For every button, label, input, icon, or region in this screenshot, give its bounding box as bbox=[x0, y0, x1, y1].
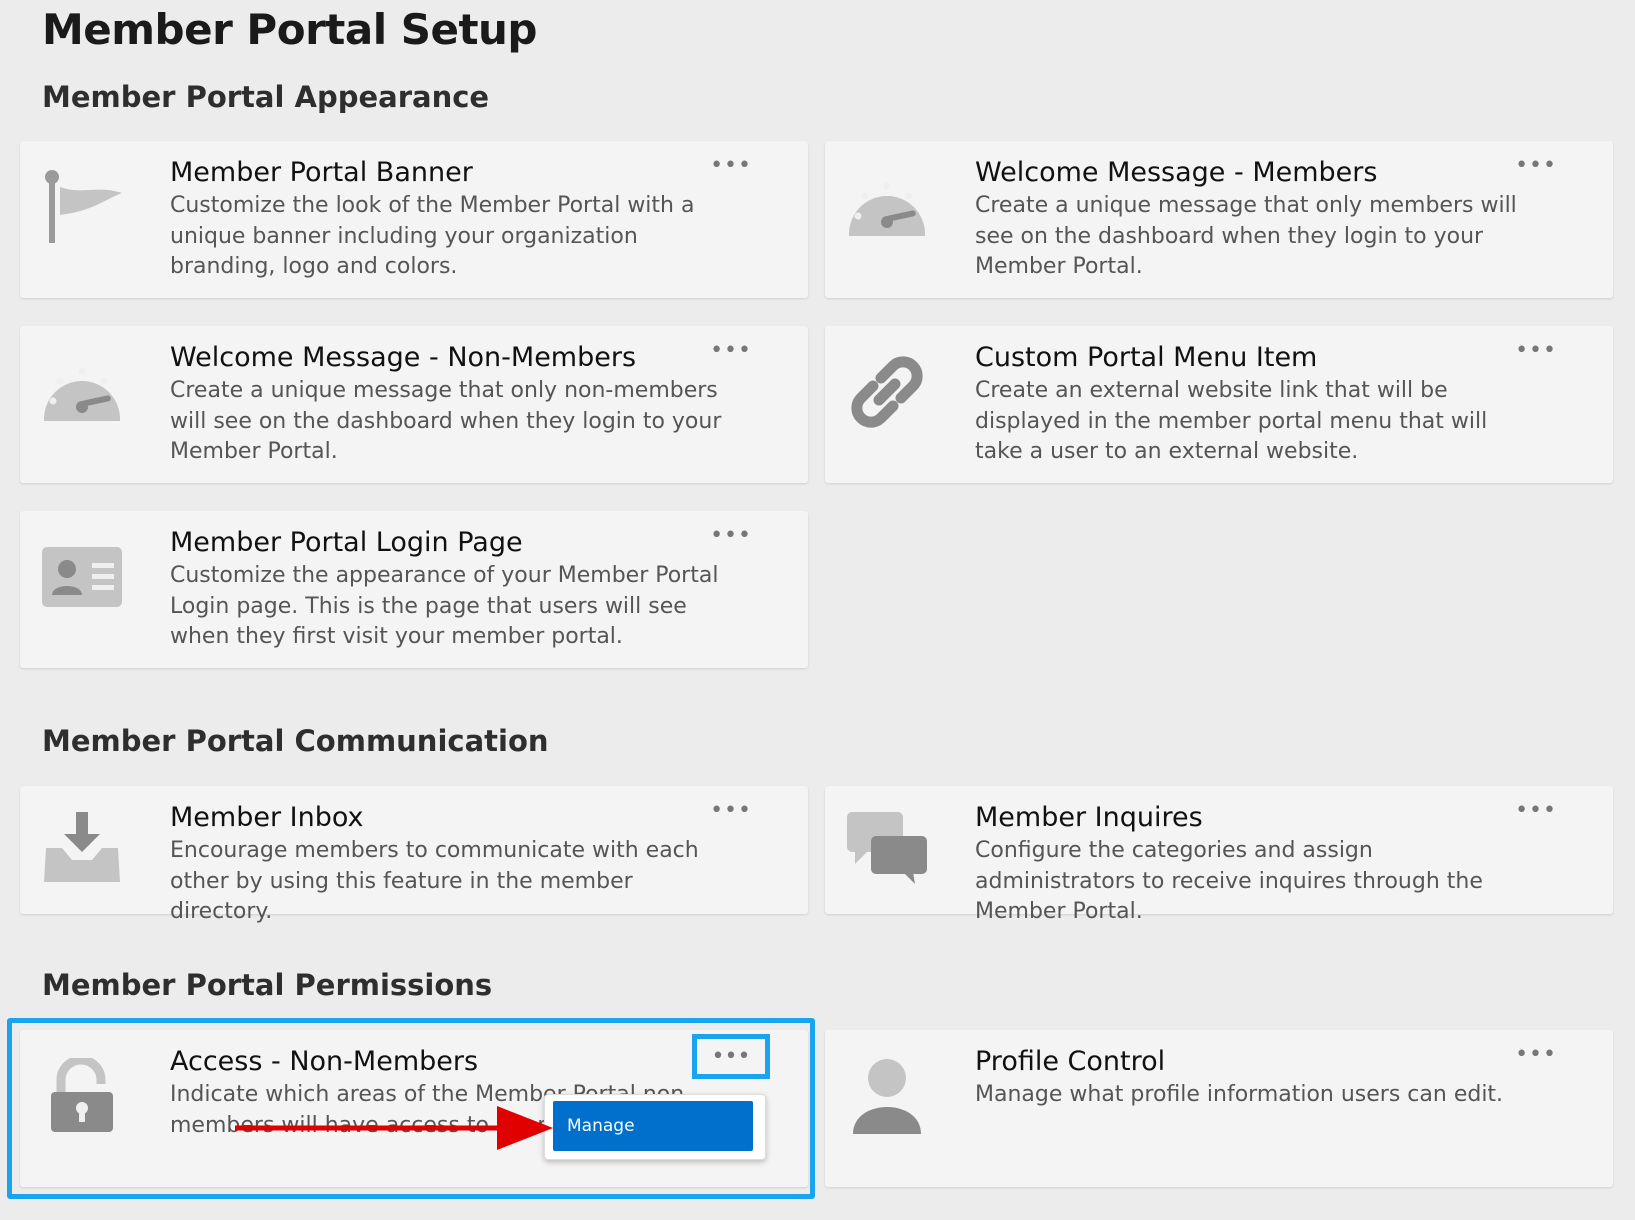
more-options-icon[interactable]: ••• bbox=[1515, 340, 1557, 362]
card-member-portal-banner[interactable]: Member Portal Banner Customize the look … bbox=[20, 141, 808, 298]
card-title: Member Inquires bbox=[975, 802, 1203, 833]
card-description: Configure the categories and assign admi… bbox=[975, 838, 1483, 924]
red-arrow-annotation bbox=[235, 1106, 553, 1150]
more-options-icon[interactable]: ••• bbox=[710, 525, 752, 547]
page-title: Member Portal Setup bbox=[42, 5, 538, 54]
card-description: Create a unique message that only member… bbox=[975, 193, 1517, 279]
more-options-icon[interactable]: ••• bbox=[1515, 155, 1557, 177]
card-welcome-message-members[interactable]: Welcome Message - Members Create a uniqu… bbox=[825, 141, 1613, 298]
card-title: Member Portal Banner bbox=[170, 157, 473, 188]
section-title-appearance: Member Portal Appearance bbox=[42, 80, 490, 114]
card-custom-portal-menu-item[interactable]: Custom Portal Menu Item Create an extern… bbox=[825, 326, 1613, 483]
flag-icon bbox=[42, 167, 122, 247]
card-member-inquires[interactable]: Member Inquires Configure the categories… bbox=[825, 786, 1613, 924]
more-options-icon[interactable]: ••• bbox=[710, 800, 752, 822]
card-title: Member Inbox bbox=[170, 802, 364, 833]
more-options-icon[interactable]: ••• bbox=[1515, 1044, 1557, 1066]
card-description: Create an external website link that wil… bbox=[975, 378, 1488, 464]
more-options-icon[interactable]: ••• bbox=[710, 155, 752, 177]
chat-bubbles-icon bbox=[847, 808, 927, 888]
section-title-permissions: Member Portal Permissions bbox=[42, 968, 493, 1002]
card-title: Custom Portal Menu Item bbox=[975, 342, 1318, 373]
card-description: Customize the look of the Member Portal … bbox=[170, 193, 695, 279]
card-description: Manage what profile information users ca… bbox=[975, 1082, 1504, 1107]
card-description: Customize the appearance of your Member … bbox=[170, 563, 719, 649]
card-title: Profile Control bbox=[975, 1046, 1166, 1077]
section-title-communication: Member Portal Communication bbox=[42, 724, 549, 758]
gauge-icon bbox=[42, 352, 122, 432]
id-card-icon bbox=[42, 537, 122, 617]
card-welcome-message-non-members[interactable]: Welcome Message - Non-Members Create a u… bbox=[20, 326, 808, 483]
link-icon bbox=[847, 352, 927, 432]
card-description: Encourage members to communicate with ea… bbox=[170, 838, 699, 924]
card-title: Welcome Message - Non-Members bbox=[170, 342, 637, 373]
more-options-icon[interactable]: ••• bbox=[692, 1034, 770, 1079]
inbox-download-icon bbox=[42, 808, 122, 888]
card-member-inbox[interactable]: Member Inbox Encourage members to commun… bbox=[20, 786, 808, 924]
card-description: Create a unique message that only non-me… bbox=[170, 378, 722, 464]
context-menu: Manage bbox=[544, 1094, 766, 1160]
card-profile-control[interactable]: Profile Control Manage what profile info… bbox=[825, 1030, 1613, 1187]
card-title: Member Portal Login Page bbox=[170, 527, 523, 558]
more-options-icon[interactable]: ••• bbox=[1515, 800, 1557, 822]
card-member-portal-login-page[interactable]: Member Portal Login Page Customize the a… bbox=[20, 511, 808, 668]
more-options-icon[interactable]: ••• bbox=[710, 340, 752, 362]
card-title: Welcome Message - Members bbox=[975, 157, 1378, 188]
user-icon bbox=[847, 1056, 927, 1136]
manage-menu-item[interactable]: Manage bbox=[553, 1101, 753, 1151]
gauge-icon bbox=[847, 167, 927, 247]
